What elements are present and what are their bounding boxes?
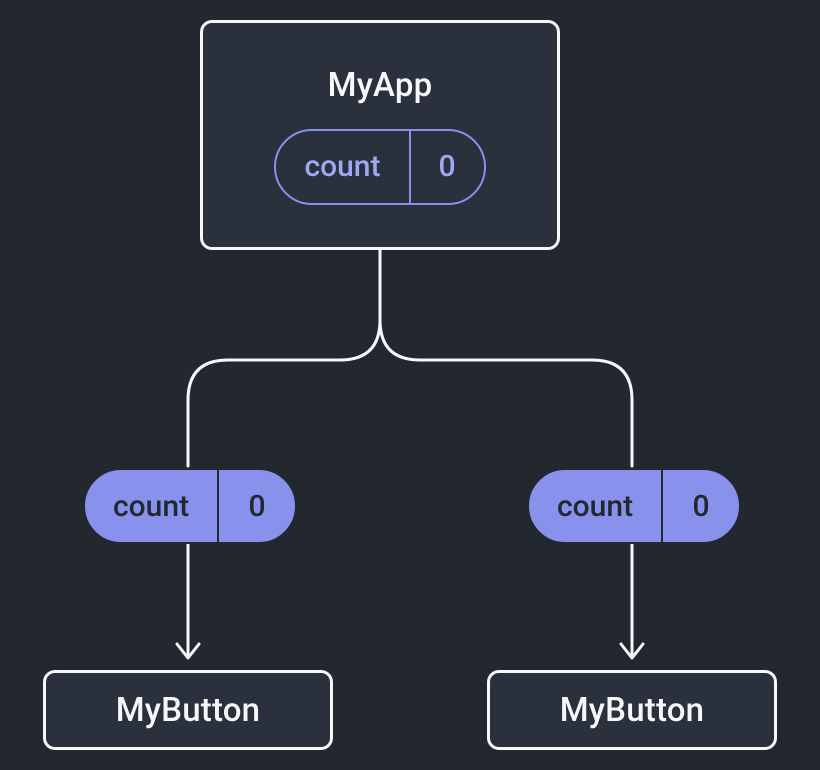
prop-pill-right: count 0 [527, 468, 741, 544]
root-state-pill: count 0 [274, 129, 485, 205]
child-component-title: MyButton [116, 691, 261, 730]
prop-value: 0 [663, 470, 739, 542]
state-value: 0 [411, 131, 484, 203]
prop-value: 0 [219, 470, 295, 542]
child-component-node-right: MyButton [487, 670, 777, 750]
component-tree-diagram: MyApp count 0 count 0 count 0 MyButton M… [0, 0, 820, 770]
child-component-node-left: MyButton [43, 670, 333, 750]
prop-name: count [529, 470, 661, 542]
child-component-title: MyButton [560, 691, 705, 730]
root-component-title: MyApp [328, 66, 433, 105]
state-name: count [276, 131, 408, 203]
prop-name: count [85, 470, 217, 542]
prop-pill-left: count 0 [83, 468, 297, 544]
root-component-node: MyApp count 0 [200, 20, 560, 250]
